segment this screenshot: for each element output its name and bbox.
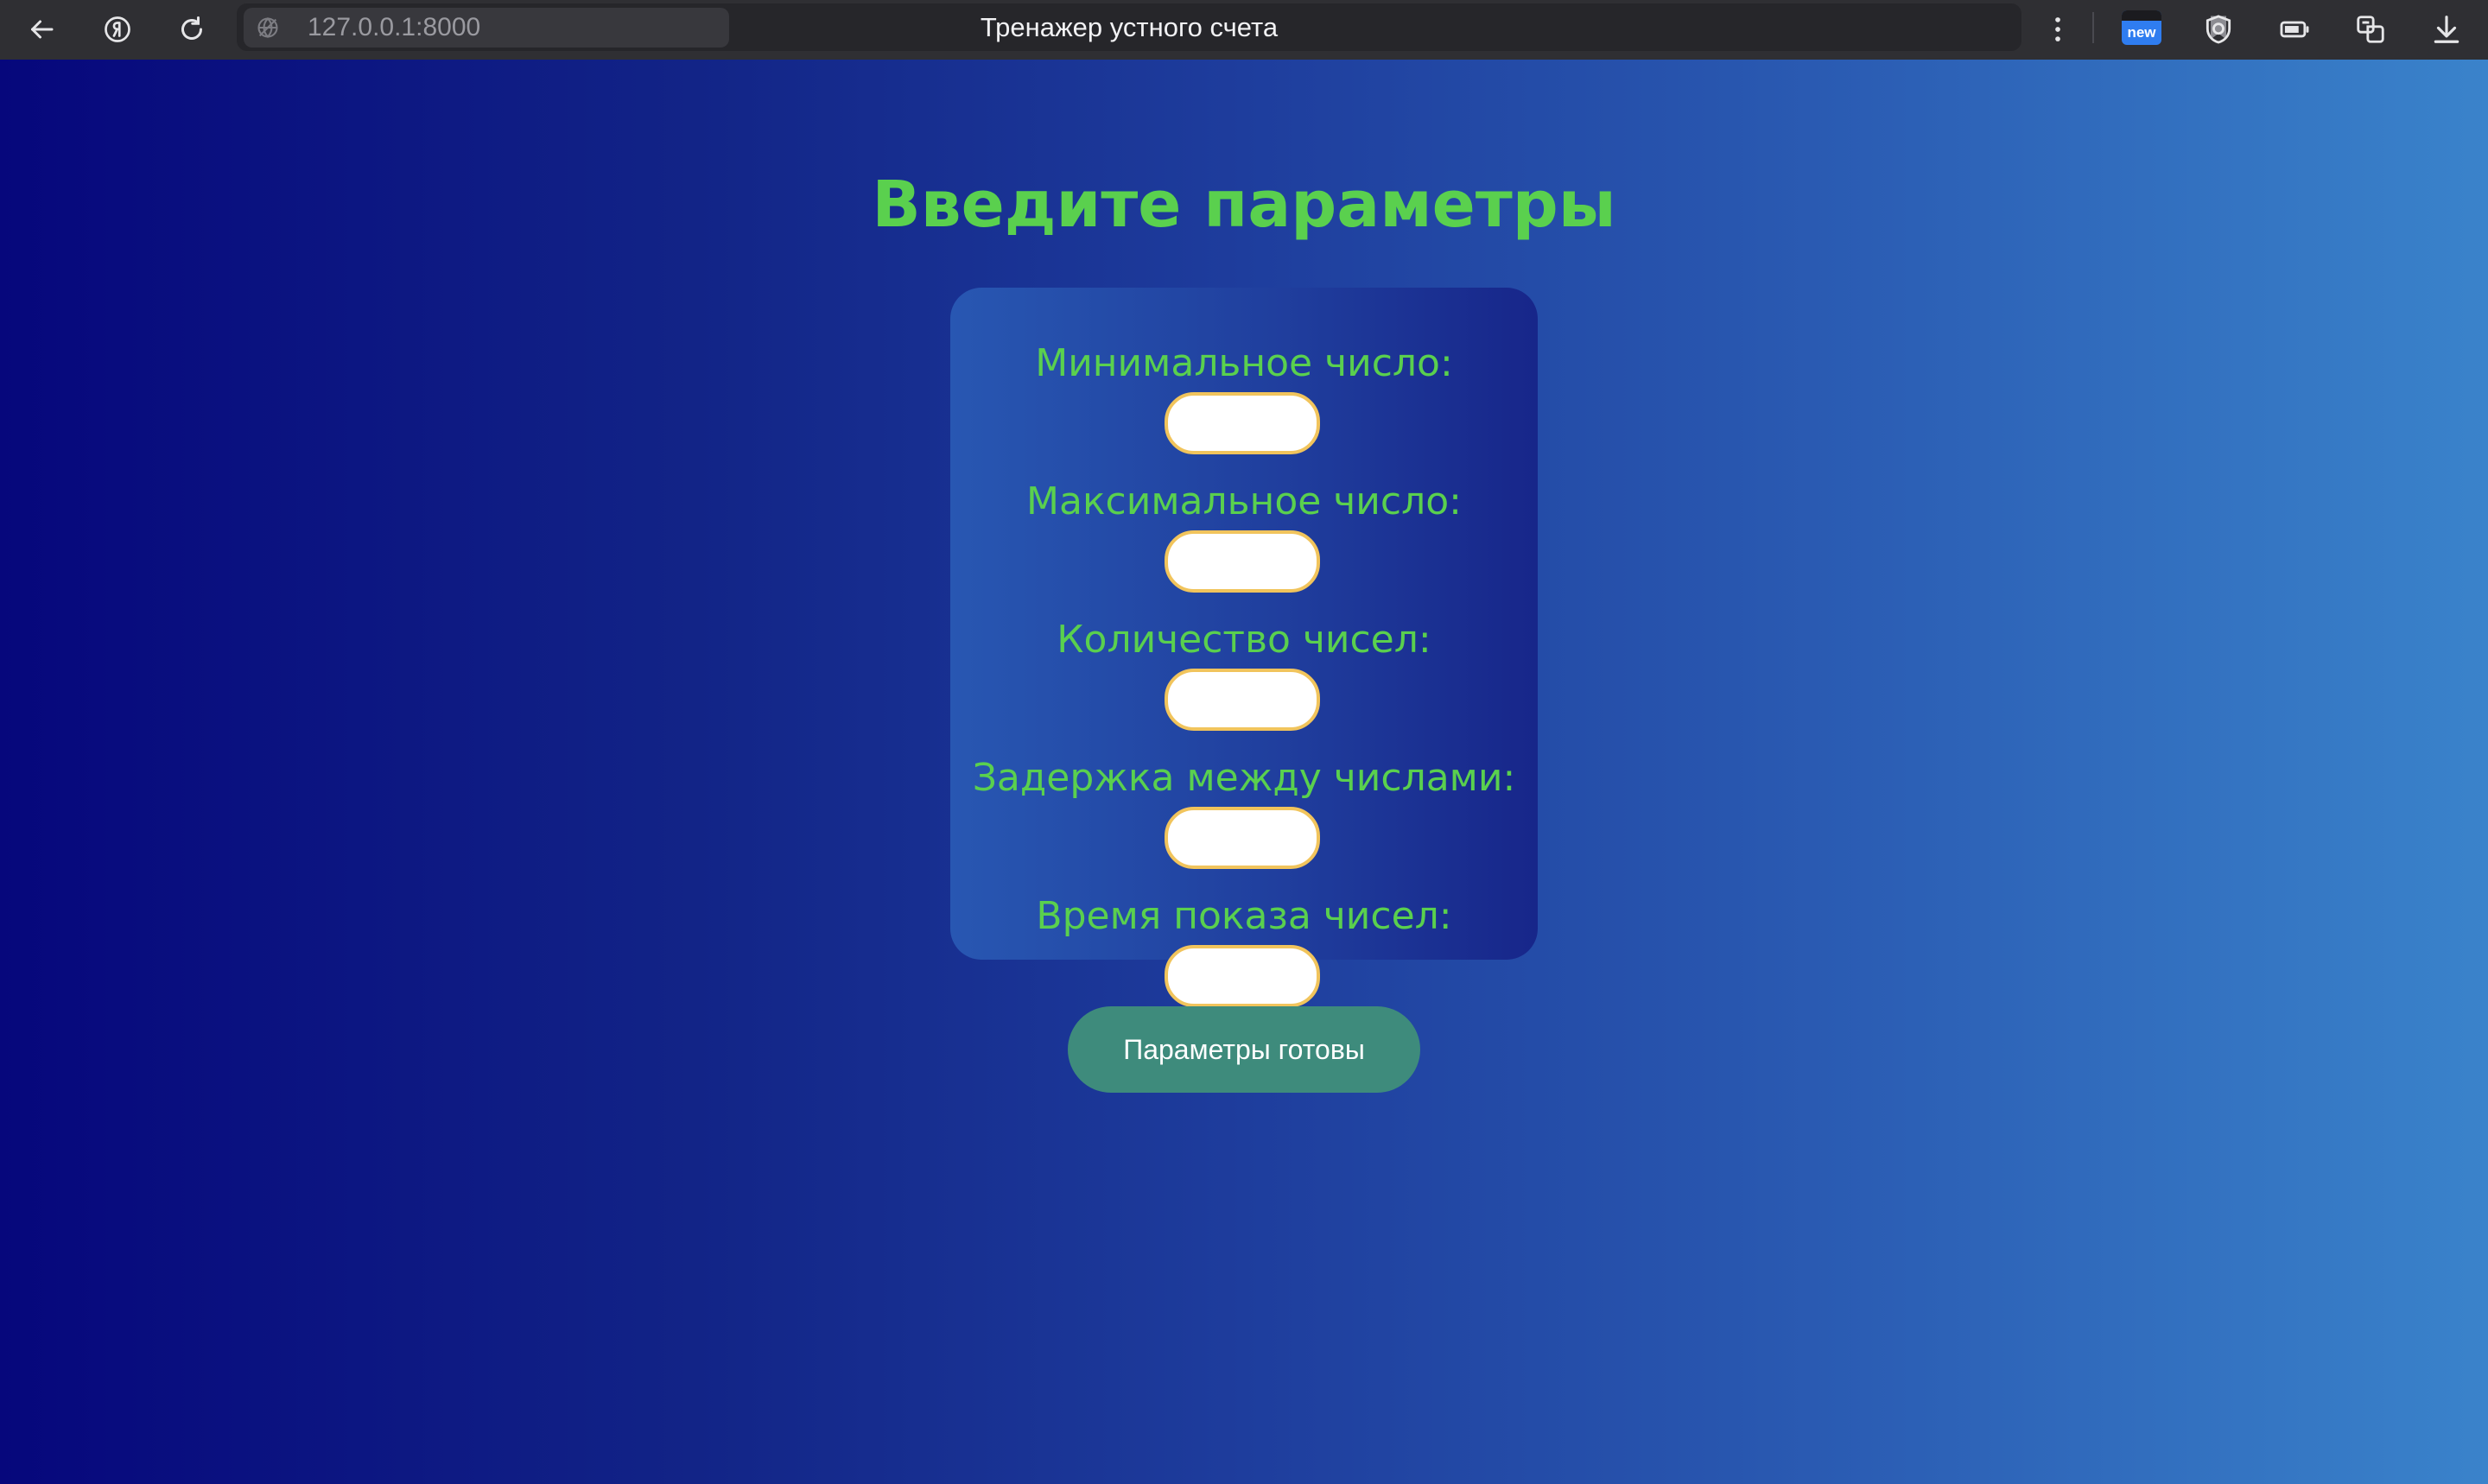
max-number-label: Максимальное число: (1026, 479, 1462, 523)
downloads-button[interactable] (2424, 7, 2469, 52)
url-chip[interactable]: 127.0.0.1:8000 (244, 8, 729, 48)
page-background: Введите параметры Минимальное число: Мак… (0, 60, 2488, 1484)
download-icon (2434, 16, 2459, 43)
more-menu-button[interactable] (2035, 7, 2080, 52)
browser-toolbar: 127.0.0.1:8000 Тренажер устного счета ne… (0, 0, 2488, 60)
parameters-ready-button[interactable]: Параметры готовы (1068, 1006, 1420, 1093)
battery-icon (2280, 21, 2309, 38)
extension-new-badge[interactable]: new (2122, 10, 2161, 45)
battery-saver-button[interactable] (2272, 7, 2317, 52)
shield-icon (2206, 15, 2231, 44)
page-heading: Введите параметры (872, 168, 1616, 242)
reload-icon (181, 16, 202, 40)
display-time-label: Время показа чисел: (1036, 894, 1452, 938)
more-dots-icon (2055, 17, 2060, 41)
numbers-count-label: Количество чисел: (1057, 618, 1431, 662)
parameters-form: Минимальное число: Максимальное число: К… (950, 288, 1538, 1007)
translate-button[interactable] (2348, 7, 2393, 52)
delay-input[interactable] (1165, 807, 1320, 869)
toolbar-divider (2092, 12, 2094, 43)
url-text: 127.0.0.1:8000 (308, 13, 481, 41)
numbers-count-input[interactable] (1165, 669, 1320, 731)
reload-button[interactable] (169, 7, 214, 52)
globe-icon (257, 16, 278, 39)
address-bar[interactable]: 127.0.0.1:8000 Тренажер устного счета (237, 3, 2226, 51)
yandex-logo-icon (105, 16, 130, 42)
back-button[interactable] (19, 7, 64, 52)
min-number-label: Минимальное число: (1035, 341, 1453, 385)
display-time-input[interactable] (1165, 945, 1320, 1007)
translate-icon (2357, 16, 2384, 43)
protect-button[interactable] (2196, 7, 2241, 52)
delay-label: Задержка между числами: (972, 756, 1516, 800)
max-number-input[interactable] (1165, 530, 1320, 593)
yandex-home-button[interactable] (95, 7, 140, 52)
back-arrow-icon (31, 20, 54, 39)
min-number-input[interactable] (1165, 392, 1320, 454)
